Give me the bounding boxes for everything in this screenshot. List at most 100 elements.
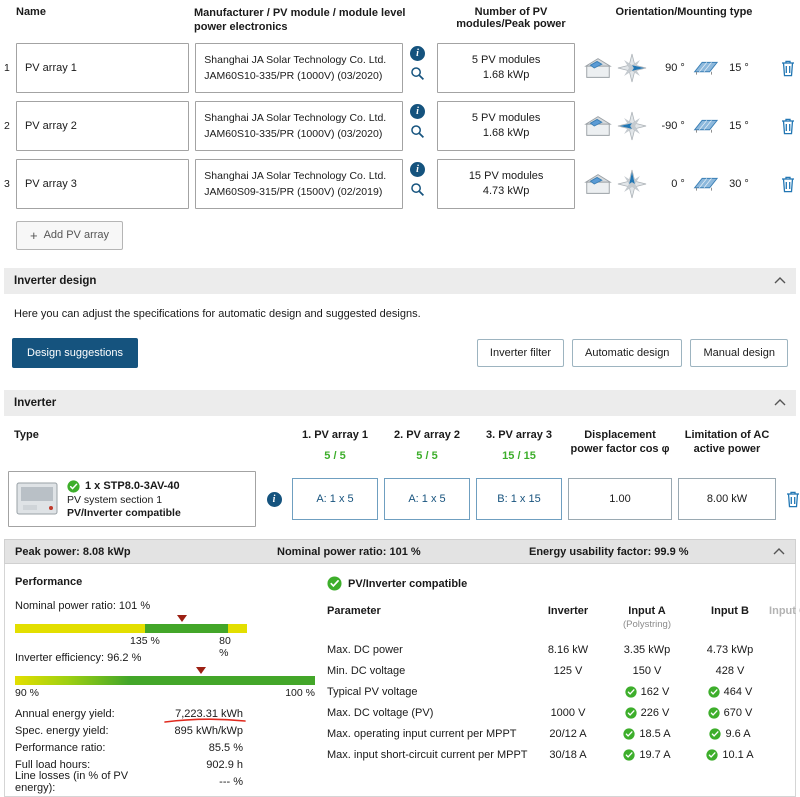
stat-value: 85.5 % [208, 741, 243, 754]
pv-module-field[interactable]: Shanghai JA Solar Technology Co. Ltd. JA… [195, 100, 403, 151]
red-annotation-underline [164, 718, 246, 723]
chevron-up-icon[interactable] [774, 399, 786, 406]
pv-array-name-field[interactable]: PV array 2 [15, 100, 190, 151]
pv3-config-box[interactable]: B: 1 x 15 [476, 478, 562, 521]
header-modules: Number of PV modules/Peak power [456, 6, 566, 30]
info-icon[interactable]: i [409, 45, 425, 61]
orientation-cell: -90 ° 15 ° [583, 111, 776, 141]
module-count-field[interactable]: 15 PV modules 4.73 kWp [437, 158, 575, 209]
inverter-type-box[interactable]: 1 x STP8.0-3AV-40 PV system section 1 PV… [8, 471, 256, 528]
delete-icon[interactable] [780, 117, 796, 135]
eff-gauge-label: Inverter efficiency: 96.2 % [15, 652, 142, 665]
input-b-value: 10.1 A [691, 745, 769, 766]
input-a-value: 19.7 A [603, 745, 691, 766]
delete-icon[interactable] [780, 175, 796, 193]
tilted-panel-icon[interactable] [689, 174, 719, 194]
automatic-design-button[interactable]: Automatic design [572, 338, 683, 367]
ac-limit-field[interactable]: 8.00 kW [678, 478, 776, 521]
info-icon[interactable]: i [409, 161, 425, 177]
inverter-section: Inverter Type 1. PV array 1 5 / 5 2. PV … [4, 389, 800, 797]
pv-module-field[interactable]: Shanghai JA Solar Technology Co. Ltd. JA… [195, 158, 403, 209]
eff-gauge-bar [15, 667, 315, 686]
compatibility-panel: PV/Inverter compatible Parameter Inverte… [315, 576, 800, 790]
stat-value: 895 kWh/kWp [174, 724, 243, 737]
col-header-input-a: Input A (Polystring) [622, 605, 672, 631]
cos-phi-field[interactable]: 1.00 [568, 478, 672, 521]
check-icon [623, 749, 636, 761]
eff-tick-high: 100 % [285, 687, 315, 700]
azimuth-value[interactable]: 0 ° [651, 178, 685, 190]
compatibility-title: PV/Inverter compatible [348, 577, 468, 590]
tilted-panel-icon[interactable] [689, 58, 719, 78]
azimuth-value[interactable]: 90 ° [651, 62, 685, 74]
chevron-up-icon[interactable] [774, 277, 786, 284]
pv-array-name-field[interactable]: PV array 3 [15, 158, 190, 209]
input-a-value: 3.35 kWp [623, 644, 671, 657]
check-icon [625, 686, 637, 698]
module-type: JAM60S10-335/PR (1000V) (03/2020) [204, 127, 383, 140]
pv-module-field[interactable]: Shanghai JA Solar Technology Co. Ltd. JA… [195, 42, 403, 93]
pv-array-name-field[interactable]: PV array 1 [15, 42, 190, 93]
tilt-value[interactable]: 15 ° [723, 62, 749, 74]
nominal-power-ratio-summary: Nominal power ratio: 101 % [277, 545, 421, 558]
input-b-value: 428 V [715, 665, 745, 678]
search-icon[interactable] [410, 66, 425, 81]
row-actions [780, 175, 796, 193]
tilted-panel-icon[interactable] [689, 116, 719, 136]
info-icon[interactable]: i [409, 103, 425, 119]
pv1-config-box[interactable]: A: 1 x 5 [292, 478, 378, 521]
compass-icon[interactable] [617, 169, 647, 199]
inverter-design-header[interactable]: Inverter design [4, 267, 796, 294]
search-icon[interactable] [410, 182, 425, 197]
tilt-value[interactable]: 15 ° [723, 120, 749, 132]
inverter-header[interactable]: Inverter [4, 389, 796, 416]
tilt-value[interactable]: 30 ° [723, 178, 749, 190]
design-suggestions-button[interactable]: Design suggestions [12, 337, 139, 368]
input-a-value: 162 V [603, 682, 691, 703]
plus-icon: + [30, 227, 38, 243]
roof-mounting-icon[interactable] [583, 56, 613, 80]
inverter-filter-button[interactable]: Inverter filter [476, 338, 565, 367]
stat-row: Performance ratio: 85.5 % [15, 739, 315, 756]
inverter-info-cell: i [262, 491, 286, 507]
roof-mounting-icon[interactable] [583, 114, 613, 138]
header-pv1: 1. PV array 1 5 / 5 [292, 428, 378, 464]
roof-mounting-icon[interactable] [583, 172, 613, 196]
inverter-value: 1000 V [550, 707, 586, 720]
input-a-value: 150 V [632, 665, 662, 678]
module-count-field[interactable]: 5 PV modules 1.68 kWp [437, 42, 575, 93]
inverter-name: 1 x STP8.0-3AV-40 [85, 480, 180, 493]
npr-gauge-bar [15, 615, 247, 634]
pv-array-row-1: 1 PV array 1 Shanghai JA Solar Technolog… [4, 42, 796, 93]
delete-icon[interactable] [780, 59, 796, 77]
pv1-count: 5 / 5 [324, 449, 346, 462]
performance-title: Performance [15, 576, 83, 589]
inverter-image [16, 482, 58, 515]
energy-usability-summary: Energy usability factor: 99.9 % [529, 545, 689, 558]
azimuth-value[interactable]: -90 ° [651, 120, 684, 132]
delete-icon[interactable] [785, 490, 800, 508]
pv2-config-box[interactable]: A: 1 x 5 [384, 478, 470, 521]
stat-row: Line losses (in % of PV energy): --- % [15, 770, 315, 794]
add-pv-array-button[interactable]: + Add PV array [16, 220, 124, 250]
module-count-field[interactable]: 5 PV modules 1.68 kWp [437, 100, 575, 151]
input-c-value [769, 724, 800, 745]
info-icon[interactable]: i [266, 491, 282, 507]
check-icon [706, 749, 719, 761]
compass-icon[interactable] [617, 111, 647, 141]
pv-array-row-3: 3 PV array 3 Shanghai JA Solar Technolog… [4, 158, 796, 209]
manual-design-button[interactable]: Manual design [690, 338, 788, 367]
pv-array-name: PV array 1 [24, 61, 77, 74]
compass-icon[interactable] [617, 53, 647, 83]
peak-power: 4.73 kWp [482, 185, 530, 198]
pv-array-table: Name Manufacturer / PV module / module l… [4, 4, 796, 250]
search-icon[interactable] [410, 124, 425, 139]
chevron-up-icon[interactable] [773, 548, 785, 555]
check-icon [709, 728, 722, 740]
input-b-value: 4.73 kWp [706, 644, 754, 657]
stat-label: Spec. energy yield: [15, 724, 109, 737]
header-ac-limit: Limitation of AC active power [684, 428, 770, 455]
input-c-value [769, 745, 800, 766]
inverter-value: 30/18 A [549, 749, 587, 762]
input-a-value: 18.5 A [603, 724, 691, 745]
